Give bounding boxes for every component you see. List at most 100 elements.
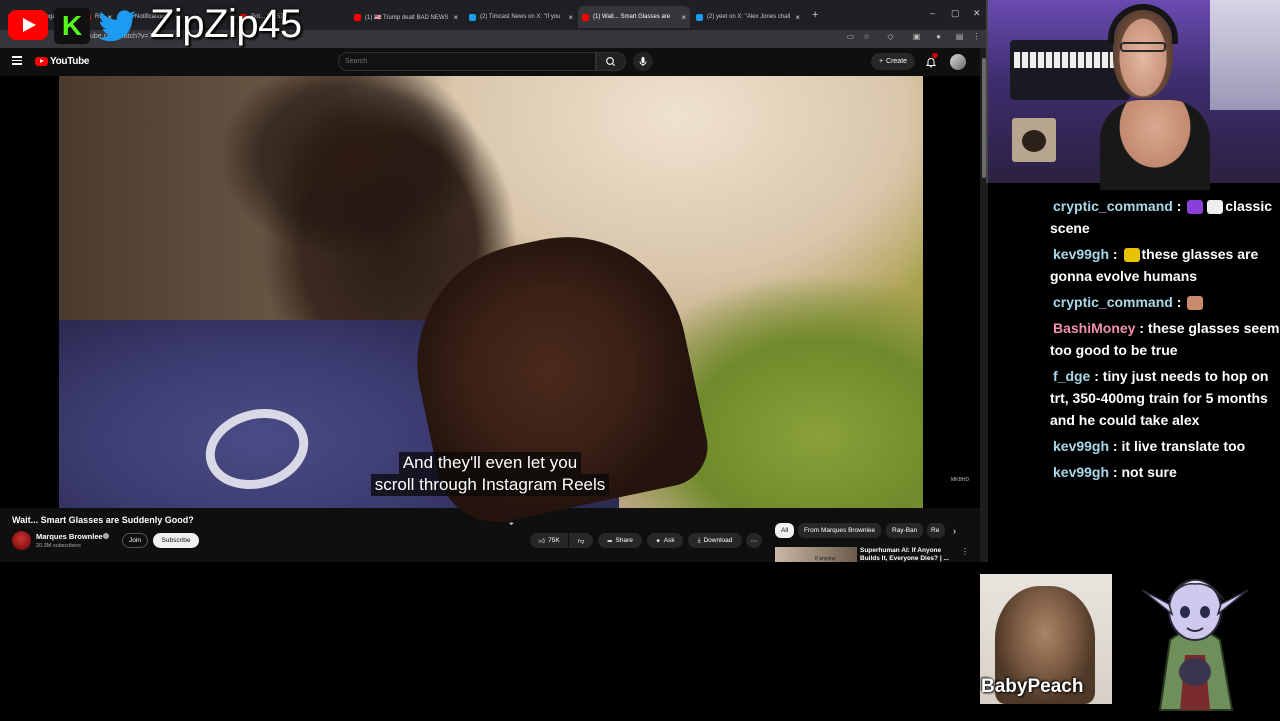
video-person-head (220, 76, 480, 276)
new-tab-button[interactable]: + (812, 9, 818, 21)
like-count: 75K (548, 537, 560, 544)
chat-username[interactable]: cryptic_command (1053, 198, 1173, 214)
chat-username[interactable]: kev99gh (1053, 246, 1109, 262)
video-title: Wait... Smart Glasses are Suddenly Good? (12, 515, 194, 525)
tab-label: (1) 🇺🇸 Trump dealt BAD NEWS (365, 14, 449, 21)
webcam-streamer-body (1100, 100, 1210, 190)
chat-text: not sure (1121, 464, 1177, 480)
share-button[interactable]: ➦ Share (598, 533, 642, 548)
chat-message: BashiMoney : these glasses seem too good… (1050, 317, 1280, 361)
elf-vtuber-avatar (1140, 560, 1250, 716)
chip-ray-ban[interactable]: Ray-Ban (886, 523, 924, 538)
notification-badge (932, 53, 938, 58)
download-label: Download (703, 537, 733, 544)
chat-username[interactable]: cryptic_command (1053, 294, 1173, 310)
sidebar-icon[interactable]: ▣ (912, 32, 921, 41)
youtube-logo-icon[interactable] (35, 57, 48, 66)
chat-separator: : (1090, 368, 1103, 384)
download-icon: ⤓ (697, 536, 701, 544)
create-button[interactable]: + Create (871, 53, 915, 70)
browser-tab[interactable]: (2) yeet on X: "Alex Jones chall × (692, 6, 804, 28)
channel-avatar[interactable] (12, 531, 31, 550)
webcam-cat-house-hole (1022, 130, 1046, 152)
chat-emote-icon (1187, 200, 1204, 215)
tab-favicon-icon (354, 13, 361, 21)
chat-separator: : (1109, 246, 1122, 262)
browser-menu-icon[interactable]: ⋮ (972, 32, 981, 41)
profile-icon[interactable]: ● (934, 32, 943, 41)
youtube-logo-text[interactable]: YouTube (50, 56, 90, 67)
ask-label: Ask (663, 537, 675, 544)
webcam-keyboard-piano (1010, 40, 1130, 100)
caption-line-1: And they'll even let you (398, 452, 582, 474)
search-icon (606, 57, 615, 66)
bookmark-star-icon[interactable]: ☆ (862, 32, 871, 41)
streamer-handle: ZipZip45 (150, 2, 302, 46)
tab-label: (2) yeet on X: "Alex Jones chall (707, 14, 791, 20)
channel-name[interactable]: Marques Brownlee (36, 532, 103, 541)
downloads-icon[interactable]: ▤ (955, 32, 964, 41)
sparkle-icon: ✦ (655, 537, 661, 545)
video-caption: And they'll even let you scroll through … (355, 452, 625, 496)
tab-favicon-icon (696, 13, 703, 21)
tab-close-icon[interactable]: × (795, 13, 800, 22)
minimize-icon[interactable]: – (930, 8, 935, 18)
chip-all[interactable]: All (775, 523, 795, 538)
webcam-border (986, 0, 988, 183)
create-label: Create (886, 58, 908, 65)
like-button[interactable]: 👍︎ 75K (530, 533, 568, 548)
tab-close-icon[interactable]: × (568, 13, 573, 22)
recommendation-menu-icon[interactable]: ⋮ (961, 547, 969, 556)
browser-tab[interactable]: (1) 🇺🇸 Trump dealt BAD NEWS × (350, 6, 462, 28)
plus-icon: + (878, 58, 884, 65)
webcam-piano-keys (1014, 52, 1126, 68)
extensions-icon[interactable]: ◇ (886, 32, 895, 41)
share-arrow-icon: ➦ (607, 537, 613, 545)
download-button[interactable]: ⤓ Download (688, 533, 742, 548)
tab-close-icon[interactable]: × (453, 13, 458, 22)
dislike-button[interactable]: 👎︎ (569, 533, 593, 548)
chat-username[interactable]: kev99gh (1053, 438, 1109, 454)
subscriber-count: 20.3M subscribers (36, 543, 81, 549)
account-avatar[interactable] (950, 54, 966, 70)
hamburger-menu-icon[interactable] (12, 56, 22, 65)
chip-re[interactable]: Re (927, 523, 945, 538)
ask-button[interactable]: ✦ Ask (647, 533, 683, 548)
chat-emote-icon (1123, 248, 1140, 263)
tab-favicon-icon (582, 13, 589, 21)
search-button[interactable] (596, 52, 626, 71)
chat-separator: : (1172, 198, 1186, 214)
kick-logo-icon: K (54, 8, 90, 44)
browser-tab[interactable]: (2) Timcast News on X: "If you × (465, 6, 577, 28)
caption-line-2: scroll through Instagram Reels (370, 474, 610, 496)
recommendation-thumbnail[interactable]: If anyone (775, 547, 857, 562)
voice-search-button[interactable] (633, 52, 653, 71)
tab-label: (1) Wait... Smart Glasses are (593, 14, 671, 20)
thumbs-up-icon: 👍︎ (538, 537, 546, 545)
join-button[interactable]: Join (122, 533, 148, 548)
chat-username[interactable]: kev99gh (1053, 464, 1109, 480)
more-actions-button[interactable]: ⋯ (746, 533, 762, 548)
thumbnail-text: If anyone (815, 556, 836, 562)
youtube-overlay-logo-icon (8, 10, 48, 40)
close-window-icon[interactable]: ✕ (973, 8, 981, 19)
more-dots-icon: ⋯ (750, 537, 758, 545)
webcam-glasses (1120, 42, 1166, 52)
browser-tab[interactable]: (1) Wait... Smart Glasses are × (578, 6, 690, 28)
search-input[interactable] (338, 52, 596, 71)
chevron-right-icon[interactable]: › (953, 526, 956, 536)
subscribe-button[interactable]: Subscribe (153, 533, 199, 548)
chip-from-channel[interactable]: From Marques Brownlee (798, 523, 882, 538)
chat-username[interactable]: f_dge (1053, 368, 1090, 384)
maximize-icon[interactable]: ▢ (951, 8, 960, 19)
chat-separator: : (1135, 320, 1148, 336)
tab-close-icon[interactable]: × (681, 13, 686, 22)
chat-message: f_dge : tiny just needs to hop on trt, 3… (1050, 365, 1280, 431)
cast-icon[interactable]: ▭ (846, 32, 855, 41)
chat-username[interactable]: BashiMoney (1053, 320, 1135, 336)
thumbs-down-icon: 👎︎ (577, 537, 585, 545)
chat-text: it live translate too (1121, 438, 1246, 454)
video-watermark: MKBHD (951, 477, 970, 483)
chat-emote-icon (1187, 296, 1204, 311)
recommendation-title[interactable]: Superhuman AI: If Anyone Builds It, Ever… (860, 547, 950, 562)
